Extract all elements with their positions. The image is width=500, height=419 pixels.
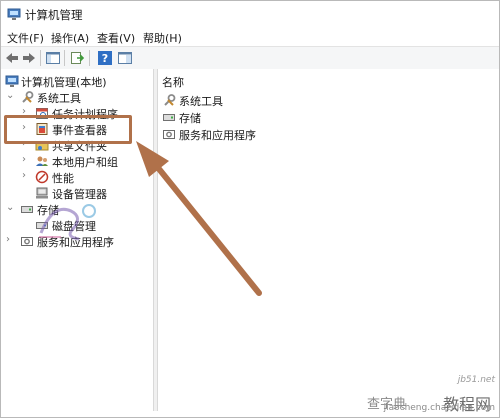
system-tools-icon (20, 90, 34, 104)
menu-action[interactable]: 操作(A) (50, 30, 90, 46)
title-bar: 计算机管理 (1, 1, 499, 28)
performance-icon (35, 170, 49, 184)
computer-management-icon (5, 74, 19, 88)
list-item-label: 存储 (179, 112, 201, 125)
menu-bar: 文件(F) 操作(A) 查看(V) 帮助(H) (1, 28, 499, 46)
column-header-name[interactable]: 名称 (162, 74, 184, 90)
corner-watermark: jb51.net 查字典 教程网 jiaocheng.chazidian.com (365, 375, 497, 415)
watermark-logo (31, 197, 101, 243)
services-icon (162, 127, 176, 141)
system-tools-icon (162, 93, 176, 107)
tree-performance[interactable]: › 性能 (4, 169, 152, 185)
list-item-label: 系统工具 (179, 95, 223, 108)
window-title: 计算机管理 (25, 8, 83, 22)
toolbar-separator (40, 50, 41, 66)
forward-arrow-icon[interactable] (21, 50, 37, 66)
tree-system-tools[interactable]: ⌄ 系统工具 (4, 89, 152, 105)
toolbar: ? (1, 46, 499, 70)
list-item-system-tools[interactable]: 系统工具 (162, 92, 362, 108)
menu-file[interactable]: 文件(F) (6, 30, 45, 46)
svg-text:?: ? (102, 52, 108, 65)
toolbar-separator (89, 50, 90, 66)
help-icon[interactable]: ? (97, 50, 113, 66)
list-item-label: 服务和应用程序 (179, 129, 256, 142)
menu-view[interactable]: 查看(V) (96, 30, 136, 46)
chevron-right-icon[interactable]: › (22, 154, 30, 166)
list-item-services-apps[interactable]: 服务和应用程序 (162, 126, 362, 142)
list-item-storage[interactable]: 存储 (162, 109, 362, 125)
tree-root[interactable]: 计算机管理(本地) (4, 73, 152, 89)
storage-icon (162, 110, 176, 124)
chevron-right-icon[interactable]: › (22, 170, 30, 182)
results-pane: 名称 系统工具 存储 服务和应用程序 (158, 69, 499, 411)
back-arrow-icon[interactable] (4, 50, 20, 66)
properties-icon[interactable] (117, 50, 133, 66)
export-list-icon[interactable] (69, 50, 85, 66)
tree-performance-label: 性能 (52, 172, 74, 185)
tree-local-users-label: 本地用户和组 (52, 156, 118, 169)
tree-root-label: 计算机管理(本地) (21, 76, 107, 89)
computer-management-window: 计算机管理 文件(F) 操作(A) 查看(V) 帮助(H) ? 计算机管理(本地… (0, 0, 500, 418)
tree-system-tools-label: 系统工具 (37, 92, 81, 105)
chevron-down-icon[interactable]: ⌄ (6, 90, 14, 102)
computer-management-icon (7, 8, 21, 21)
toolbar-separator (64, 50, 65, 66)
console-tree-icon[interactable] (45, 50, 61, 66)
watermark-url: jiaocheng.chazidian.com (383, 403, 495, 413)
users-icon (35, 154, 49, 168)
tree-local-users[interactable]: › 本地用户和组 (4, 153, 152, 169)
menu-help[interactable]: 帮助(H) (142, 30, 183, 46)
chevron-right-icon[interactable]: › (6, 234, 14, 246)
watermark-site: jb51.net (457, 375, 495, 385)
chevron-down-icon[interactable]: ⌄ (6, 202, 14, 214)
annotation-highlight-box (4, 115, 132, 144)
